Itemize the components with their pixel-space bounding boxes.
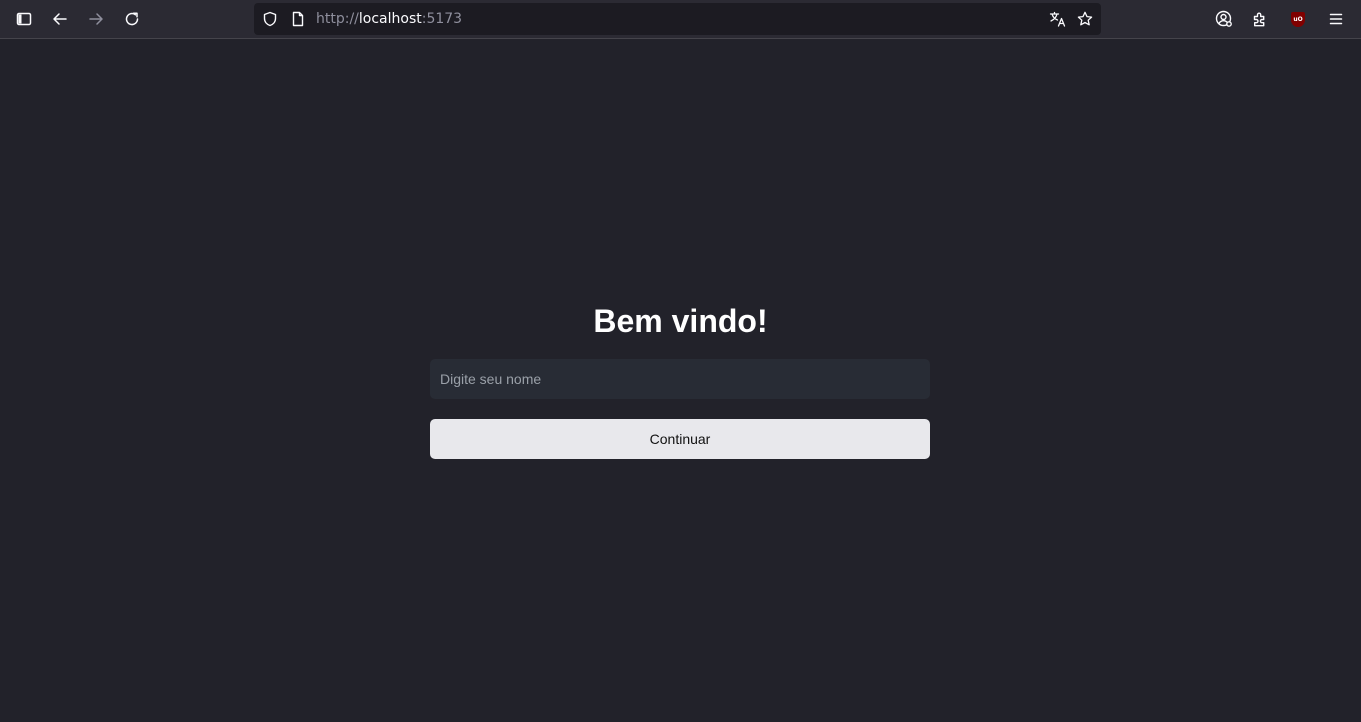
back-arrow-icon[interactable]: [48, 7, 72, 31]
account-icon[interactable]: [1212, 7, 1236, 31]
reload-icon[interactable]: [120, 7, 144, 31]
sidebar-icon[interactable]: [12, 7, 36, 31]
bookmark-star-icon[interactable]: [1077, 11, 1093, 27]
ublock-badge: uO: [1291, 11, 1305, 27]
url-port: :5173: [421, 11, 463, 27]
url-scheme: http://: [316, 11, 359, 27]
name-input[interactable]: [430, 359, 930, 399]
shield-icon[interactable]: [262, 11, 278, 27]
extensions-icon[interactable]: [1248, 7, 1272, 31]
page-title: Bem vindo!: [593, 303, 768, 339]
url-bar[interactable]: http://localhost:5173: [254, 3, 1101, 35]
forward-arrow-icon[interactable]: [84, 7, 108, 31]
page-content: Bem vindo! Continuar: [0, 40, 1361, 722]
page-icon[interactable]: [290, 11, 306, 27]
menu-icon[interactable]: [1324, 7, 1348, 31]
translate-icon[interactable]: [1049, 11, 1067, 27]
url-text[interactable]: http://localhost:5173: [316, 11, 462, 27]
continue-button[interactable]: Continuar: [430, 419, 930, 459]
url-host: localhost: [358, 11, 422, 27]
browser-toolbar: http://localhost:5173 uO: [0, 0, 1361, 39]
ublock-origin-icon[interactable]: uO: [1286, 7, 1310, 31]
